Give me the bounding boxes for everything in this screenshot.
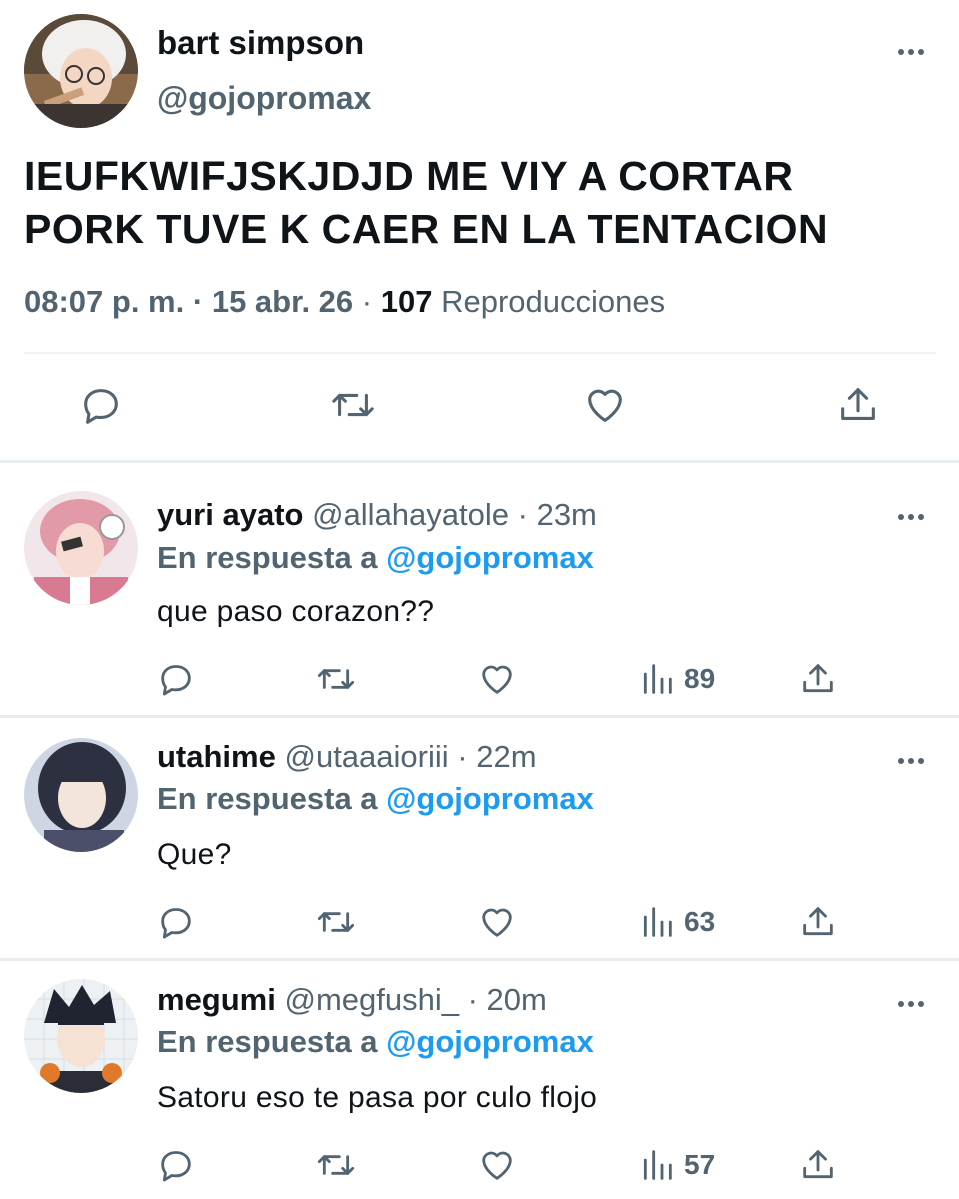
in-reply-prefix: En respuesta a: [157, 1024, 378, 1059]
retweet-icon: [317, 669, 355, 689]
reply-actions: 89: [0, 659, 959, 703]
in-reply-handle-link[interactable]: @gojopromax: [386, 540, 594, 575]
analytics-icon: [643, 1150, 672, 1180]
retweet-button[interactable]: [328, 382, 378, 428]
reply-header: megumi @megfushi_ · 20m: [157, 982, 547, 1018]
reply-avatar[interactable]: [24, 979, 138, 1093]
retweet-button[interactable]: [314, 659, 358, 699]
in-reply-handle-link[interactable]: @gojopromax: [386, 1024, 594, 1059]
more-options-icon[interactable]: [891, 42, 931, 62]
reply-author-handle[interactable]: @allahayatole: [312, 497, 509, 532]
reply-avatar[interactable]: [24, 491, 138, 605]
in-reply-to: En respuesta a @gojopromax: [157, 540, 594, 576]
share-button[interactable]: [798, 1145, 838, 1185]
like-icon: [482, 1151, 512, 1180]
in-reply-prefix: En respuesta a: [157, 540, 378, 575]
tweet-date[interactable]: 15 abr. 26: [212, 284, 353, 319]
retweet-icon: [317, 912, 355, 932]
in-reply-to: En respuesta a @gojopromax: [157, 781, 594, 817]
author-name[interactable]: bart simpson: [157, 24, 364, 62]
reply-icon: [161, 1151, 191, 1182]
main-avatar[interactable]: [24, 14, 138, 128]
reply-author-name[interactable]: megumi: [157, 982, 276, 1017]
reply-text: Que?: [157, 838, 232, 871]
share-icon: [841, 388, 875, 420]
share-button[interactable]: [798, 659, 838, 699]
in-reply-prefix: En respuesta a: [157, 781, 378, 816]
divider: [24, 352, 936, 354]
in-reply-handle-link[interactable]: @gojopromax: [386, 781, 594, 816]
meta-separator: ·: [192, 284, 204, 319]
like-button[interactable]: [582, 382, 628, 428]
views-button[interactable]: 57: [640, 1145, 715, 1185]
like-button[interactable]: [477, 659, 517, 699]
reply-actions: 63: [0, 902, 959, 946]
like-button[interactable]: [477, 902, 517, 942]
reply-header: yuri ayato @allahayatole · 23m: [157, 497, 597, 533]
analytics-icon: [643, 664, 672, 694]
reply-tweet[interactable]: utahime @utaaaioriii · 22m En respuesta …: [0, 718, 959, 960]
reply-icon: [161, 908, 191, 939]
reply-time[interactable]: · 23m: [518, 497, 597, 532]
views-count[interactable]: 107: [381, 284, 433, 319]
views-count: 63: [684, 906, 716, 937]
like-icon: [482, 665, 512, 694]
views-label[interactable]: Reproducciones: [441, 284, 665, 319]
views-button[interactable]: 63: [640, 902, 715, 942]
retweet-button[interactable]: [314, 1145, 358, 1185]
share-icon: [803, 907, 833, 936]
reply-text: que paso corazon??: [157, 595, 435, 628]
reply-tweet[interactable]: megumi @megfushi_ · 20m En respuesta a @…: [0, 961, 959, 1199]
tweet-text-line-1: IEUFKWIFJSKJDJD ME VIY A CORTAR: [24, 153, 794, 199]
more-options-icon[interactable]: [891, 994, 931, 1014]
reply-button[interactable]: [156, 659, 196, 699]
author-handle[interactable]: @gojopromax: [157, 80, 371, 117]
like-icon: [588, 389, 622, 422]
reply-author-handle[interactable]: @megfushi_: [284, 982, 459, 1017]
share-icon: [803, 1150, 833, 1179]
reply-icon: [84, 389, 118, 424]
views-count: 89: [684, 663, 716, 694]
like-button[interactable]: [477, 1145, 517, 1185]
share-button[interactable]: [798, 902, 838, 942]
retweet-icon: [332, 393, 374, 417]
reply-time[interactable]: · 22m: [457, 739, 536, 774]
reply-button[interactable]: [78, 382, 124, 428]
reply-text: Satoru eso te pasa por culo flojo: [157, 1081, 598, 1114]
share-button[interactable]: [835, 382, 881, 428]
reply-author-handle[interactable]: @utaaaioriii: [284, 739, 448, 774]
reply-button[interactable]: [156, 1145, 196, 1185]
like-icon: [482, 908, 512, 937]
reply-header: utahime @utaaaioriii · 22m: [157, 739, 537, 775]
in-reply-to: En respuesta a @gojopromax: [157, 1024, 594, 1060]
reply-tweet[interactable]: yuri ayato @allahayatole · 23m En respue…: [0, 463, 959, 715]
reply-author-name[interactable]: yuri ayato: [157, 497, 303, 532]
views-button[interactable]: 89: [640, 659, 715, 699]
share-icon: [803, 664, 833, 693]
more-options-icon[interactable]: [891, 507, 931, 527]
views-count: 57: [684, 1149, 716, 1180]
tweet-actions: [0, 382, 959, 434]
tweet-text-line-2: PORK TUVE K CAER EN LA TENTACION: [24, 206, 829, 252]
retweet-button[interactable]: [314, 902, 358, 942]
main-tweet: bart simpson @gojopromax IEUFKWIFJSKJDJD…: [0, 0, 959, 462]
reply-avatar[interactable]: [24, 738, 138, 852]
reply-icon: [161, 665, 191, 696]
reply-actions: 57: [0, 1145, 959, 1189]
tweet-time[interactable]: 08:07 p. m.: [24, 284, 184, 319]
reply-time[interactable]: · 20m: [468, 982, 547, 1017]
tweet-meta: 08:07 p. m. · 15 abr. 26 · 107 Reproducc…: [24, 284, 665, 320]
analytics-icon: [643, 907, 672, 937]
reply-button[interactable]: [156, 902, 196, 942]
retweet-icon: [317, 1155, 355, 1175]
reply-author-name[interactable]: utahime: [157, 739, 276, 774]
meta-separator: ·: [361, 284, 373, 319]
more-options-icon[interactable]: [891, 751, 931, 771]
tweet-text: IEUFKWIFJSKJDJD ME VIY A CORTAR PORK TUV…: [24, 150, 944, 256]
